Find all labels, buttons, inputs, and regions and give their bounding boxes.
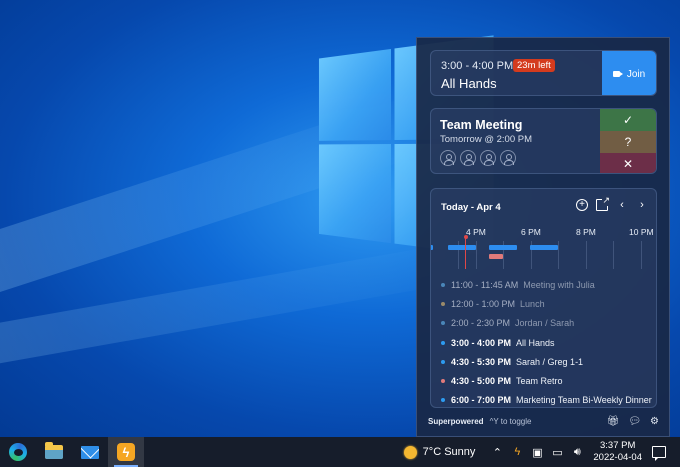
chevron-up-icon[interactable]: ⌃	[488, 446, 506, 459]
hour-label: 4 PM	[466, 227, 486, 237]
taskbar-edge[interactable]	[0, 437, 36, 467]
current-meeting-title: All Hands	[441, 76, 497, 91]
list-item[interactable]: 12:00 - 1:00 PM Lunch	[431, 294, 656, 313]
edge-browser-icon	[9, 443, 27, 461]
add-event-icon[interactable]: +	[576, 199, 588, 211]
hour-label: 6 PM	[521, 227, 541, 237]
superpowered-tray-icon[interactable]: ϟ	[508, 446, 526, 458]
clock-time: 3:37 PM	[600, 440, 636, 451]
chevron-right-icon[interactable]: ›	[636, 199, 648, 211]
join-label: Join	[626, 68, 646, 80]
system-tray: 7°C Sunny ⌃ ϟ ▣ ▭ 🔊︎ 3:37 PM 2022-04-04	[403, 437, 680, 467]
network-icon[interactable]: ▭	[548, 446, 566, 459]
folder-icon	[45, 442, 63, 459]
next-meeting-subtitle: Tomorrow @ 2:00 PM	[440, 134, 533, 145]
next-meeting-card[interactable]: Team Meeting Tomorrow @ 2:00 PM ✓ ? ✕	[430, 108, 657, 174]
open-calendar-icon[interactable]	[596, 195, 610, 211]
attendee-avatars	[440, 150, 516, 166]
next-meeting-title: Team Meeting	[440, 118, 523, 132]
event-list: 11:00 - 11:45 AM Meeting with Julia 12:00…	[431, 275, 656, 407]
timeline-event-bar[interactable]	[431, 245, 433, 250]
timeline-event-bar[interactable]	[489, 245, 517, 250]
agenda-date-header: Today - Apr 4	[441, 202, 501, 213]
question-icon: ?	[624, 135, 632, 149]
video-camera-icon	[612, 70, 623, 78]
list-item[interactable]: 4:30 - 5:00 PM Team Retro	[431, 371, 656, 390]
taskbar-file-explorer[interactable]	[36, 437, 72, 467]
list-item[interactable]: 2:00 - 2:30 PM Jordan / Sarah	[431, 314, 656, 333]
meet-now-icon[interactable]: ▣	[528, 446, 546, 459]
taskbar-mail[interactable]	[72, 437, 108, 467]
weather-widget[interactable]: 7°C Sunny	[403, 445, 476, 459]
close-icon: ✕	[622, 157, 634, 171]
list-item[interactable]: 11:00 - 11:45 AM Meeting with Julia	[431, 275, 656, 294]
current-meeting-time: 3:00 - 4:00 PM	[441, 60, 514, 72]
chevron-left-icon[interactable]: ‹	[616, 199, 628, 211]
sun-icon	[403, 445, 417, 459]
taskbar: ϟ 7°C Sunny ⌃ ϟ ▣ ▭ 🔊︎ 3:37 PM 2022-04-0…	[0, 437, 680, 467]
brand-label: Superpowered	[428, 416, 484, 426]
check-icon: ✓	[622, 113, 634, 127]
mail-icon	[81, 445, 99, 459]
clock-date: 2022-04-04	[593, 452, 642, 463]
chat-icon[interactable]: 💬︎	[628, 416, 641, 427]
gift-icon[interactable]: 🎁︎	[607, 416, 620, 427]
avatar-icon	[480, 150, 496, 166]
day-timeline: 4 PM 6 PM 8 PM 10 PM	[431, 227, 656, 269]
toggle-hint: ^Y to toggle	[489, 416, 532, 426]
hour-label: 10 PM	[629, 227, 654, 237]
list-item[interactable]: 4:30 - 5:30 PM Sarah / Greg 1-1	[431, 352, 656, 371]
rsvp-tentative-button[interactable]: ?	[600, 131, 656, 153]
hour-label: 8 PM	[576, 227, 596, 237]
gear-icon[interactable]: ⚙	[650, 416, 659, 427]
list-item[interactable]: 3:00 - 4:00 PM All Hands	[431, 333, 656, 352]
volume-icon[interactable]: 🔊︎	[568, 446, 586, 459]
time-left-badge: 23m left	[513, 59, 555, 72]
avatar-icon	[460, 150, 476, 166]
rsvp-decline-button[interactable]: ✕	[600, 153, 656, 173]
current-meeting-card[interactable]: 3:00 - 4:00 PM 23m left All Hands Join	[430, 50, 657, 96]
agenda-card: Today - Apr 4 + ‹ › 4 PM 6 PM 8 PM 10 PM	[430, 188, 657, 408]
avatar-icon	[440, 150, 456, 166]
join-button[interactable]: Join	[602, 51, 656, 95]
clock[interactable]: 3:37 PM 2022-04-04	[593, 440, 642, 464]
taskbar-superpowered[interactable]: ϟ	[108, 437, 144, 467]
timeline-event-bar[interactable]	[448, 245, 476, 250]
panel-footer: Superpowered ^Y to toggle 🎁︎ 💬︎ ⚙	[428, 414, 659, 428]
superpowered-panel: 3:00 - 4:00 PM 23m left All Hands Join T…	[416, 37, 670, 437]
notification-icon[interactable]	[652, 446, 666, 461]
rsvp-accept-button[interactable]: ✓	[600, 109, 656, 131]
avatar-icon	[500, 150, 516, 166]
current-time-line	[465, 237, 466, 269]
superpowered-icon: ϟ	[117, 443, 135, 461]
list-item[interactable]: 6:00 - 7:00 PM Marketing Team Bi-Weekly D…	[431, 391, 656, 407]
timeline-event-bar[interactable]	[489, 254, 503, 259]
timeline-event-bar[interactable]	[530, 245, 558, 250]
weather-label: 7°C Sunny	[422, 446, 476, 458]
